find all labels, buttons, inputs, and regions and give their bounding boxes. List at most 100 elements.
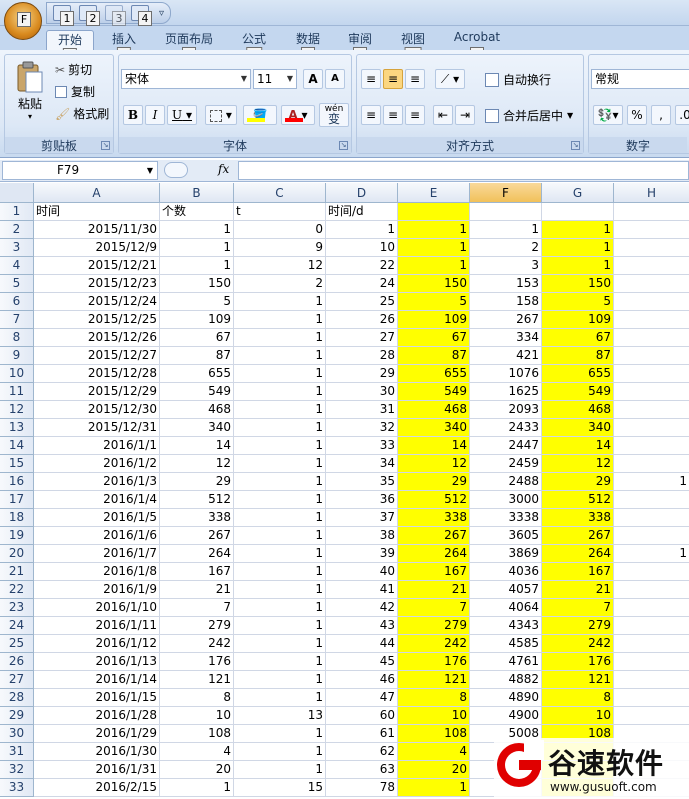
table-cell[interactable]: 10 <box>326 239 398 257</box>
percent-button[interactable]: % <box>627 105 647 125</box>
table-cell[interactable]: 1 <box>234 653 326 671</box>
table-cell[interactable]: 2015/12/21 <box>34 257 160 275</box>
phonetic-button[interactable]: wén 变 <box>319 103 349 127</box>
table-cell[interactable]: 1 <box>398 257 470 275</box>
table-cell[interactable]: 338 <box>160 509 234 527</box>
table-cell[interactable]: 37 <box>326 509 398 527</box>
table-cell[interactable]: 1 <box>234 401 326 419</box>
office-button[interactable]: F <box>4 2 42 40</box>
header-cell[interactable]: 时间 <box>34 203 160 221</box>
formula-toggle[interactable] <box>164 162 188 178</box>
font-color-button[interactable]: A ▾ <box>281 105 315 125</box>
table-cell[interactable]: 9 <box>234 239 326 257</box>
table-cell[interactable]: 31 <box>326 401 398 419</box>
table-cell[interactable] <box>614 455 689 473</box>
table-cell[interactable]: 2015/12/29 <box>34 383 160 401</box>
name-box[interactable]: F79 ▼ <box>2 161 158 180</box>
table-cell[interactable]: 176 <box>398 653 470 671</box>
table-cell[interactable]: 242 <box>160 635 234 653</box>
table-cell[interactable]: 2015/12/9 <box>34 239 160 257</box>
borders-button[interactable]: ▾ <box>205 105 237 125</box>
decrease-indent-button[interactable]: ⇤ <box>433 105 453 125</box>
table-cell[interactable]: 38 <box>326 527 398 545</box>
table-cell[interactable]: 2015/12/27 <box>34 347 160 365</box>
font-size-combo[interactable]: 11 ▼ <box>253 69 297 89</box>
table-cell[interactable]: 0 <box>234 221 326 239</box>
table-cell[interactable] <box>614 689 689 707</box>
table-cell[interactable] <box>614 365 689 383</box>
column-header-d[interactable]: D <box>326 183 398 203</box>
table-cell[interactable]: 7 <box>398 599 470 617</box>
row-header[interactable]: 13 <box>0 419 34 437</box>
row-header[interactable]: 11 <box>0 383 34 401</box>
table-cell[interactable]: 4 <box>160 743 234 761</box>
table-cell[interactable]: 4036 <box>470 563 542 581</box>
table-cell[interactable]: 338 <box>398 509 470 527</box>
table-cell[interactable]: 42 <box>326 599 398 617</box>
grow-font-button[interactable]: A <box>303 69 323 89</box>
table-cell[interactable]: 1 <box>234 293 326 311</box>
table-cell[interactable]: 1 <box>234 509 326 527</box>
table-cell[interactable] <box>614 671 689 689</box>
table-cell[interactable]: 158 <box>470 293 542 311</box>
row-header[interactable]: 8 <box>0 329 34 347</box>
table-cell[interactable]: 4343 <box>470 617 542 635</box>
table-cell[interactable]: 1 <box>398 779 470 797</box>
table-cell[interactable]: 108 <box>160 725 234 743</box>
table-cell[interactable]: 3338 <box>470 509 542 527</box>
align-top-button[interactable]: ≡ <box>361 69 381 89</box>
table-cell[interactable]: 109 <box>398 311 470 329</box>
table-cell[interactable]: 61 <box>326 725 398 743</box>
table-cell[interactable]: 46 <box>326 671 398 689</box>
table-cell[interactable]: 1 <box>234 311 326 329</box>
table-cell[interactable] <box>614 599 689 617</box>
table-cell[interactable]: 2 <box>234 275 326 293</box>
table-cell[interactable]: 267 <box>542 527 614 545</box>
table-cell[interactable] <box>614 311 689 329</box>
table-cell[interactable]: 29 <box>542 473 614 491</box>
clipboard-launcher-icon[interactable]: ↘ <box>101 141 110 150</box>
table-cell[interactable]: 1 <box>398 239 470 257</box>
table-cell[interactable] <box>614 491 689 509</box>
table-cell[interactable] <box>614 509 689 527</box>
table-cell[interactable]: 43 <box>326 617 398 635</box>
table-cell[interactable]: 2016/1/11 <box>34 617 160 635</box>
row-header[interactable]: 9 <box>0 347 34 365</box>
row-header[interactable]: 25 <box>0 635 34 653</box>
table-cell[interactable]: 1 <box>542 221 614 239</box>
table-cell[interactable] <box>614 347 689 365</box>
table-cell[interactable]: 4761 <box>470 653 542 671</box>
table-cell[interactable]: 2016/1/5 <box>34 509 160 527</box>
table-cell[interactable]: 153 <box>470 275 542 293</box>
table-cell[interactable] <box>614 383 689 401</box>
table-cell[interactable]: 279 <box>398 617 470 635</box>
table-cell[interactable]: 1 <box>234 455 326 473</box>
table-cell[interactable]: 32 <box>326 419 398 437</box>
table-cell[interactable]: 2015/12/30 <box>34 401 160 419</box>
row-header[interactable]: 5 <box>0 275 34 293</box>
table-cell[interactable]: 4900 <box>470 707 542 725</box>
table-cell[interactable]: 150 <box>160 275 234 293</box>
table-cell[interactable]: 267 <box>398 527 470 545</box>
table-cell[interactable] <box>614 437 689 455</box>
row-header[interactable]: 28 <box>0 689 34 707</box>
cut-button[interactable]: ✂ 剪切 <box>55 61 92 78</box>
paste-button[interactable]: 粘贴 ▾ <box>9 61 51 133</box>
table-cell[interactable]: 549 <box>160 383 234 401</box>
tab-acrobat[interactable]: Acrobat B <box>448 30 506 62</box>
table-cell[interactable]: 8 <box>160 689 234 707</box>
table-cell[interactable]: 1 <box>398 221 470 239</box>
table-cell[interactable]: 1 <box>160 779 234 797</box>
table-cell[interactable]: 1076 <box>470 365 542 383</box>
table-cell[interactable] <box>614 653 689 671</box>
table-cell[interactable]: 10 <box>398 707 470 725</box>
table-cell[interactable]: 1 <box>234 617 326 635</box>
table-cell[interactable]: 1 <box>234 743 326 761</box>
table-cell[interactable]: 67 <box>160 329 234 347</box>
table-cell[interactable]: 60 <box>326 707 398 725</box>
table-cell[interactable]: 4057 <box>470 581 542 599</box>
sort-icon[interactable]: 4 <box>131 5 152 26</box>
table-cell[interactable] <box>614 635 689 653</box>
table-cell[interactable]: 13 <box>234 707 326 725</box>
tab-review[interactable]: 审阅 R <box>340 30 380 62</box>
